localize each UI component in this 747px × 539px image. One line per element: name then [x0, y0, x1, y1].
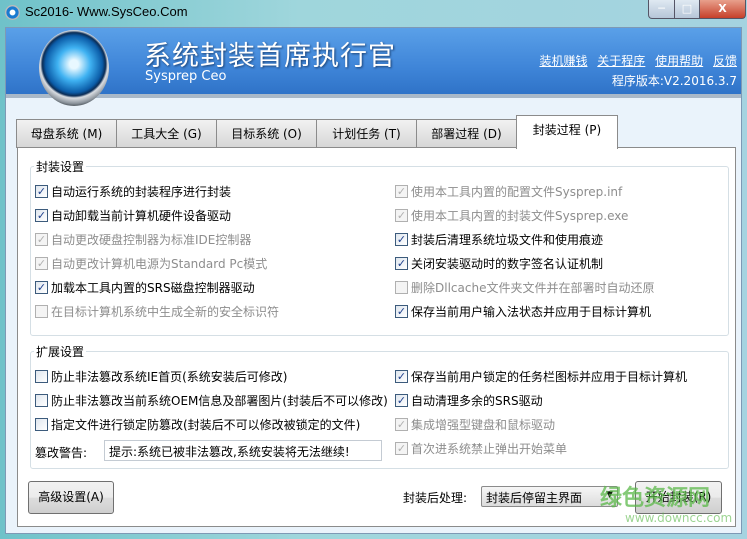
checkbox-label: 防止非法篡改当前系统OEM信息及部署图片(封装后不可以修改): [51, 394, 388, 408]
post-process-label: 封装后处理:: [403, 491, 468, 505]
option-checkbox[interactable]: 防止非法篡改当前系统OEM信息及部署图片(封装后不可以修改): [35, 392, 388, 409]
checkbox-label: 保存当前用户输入法状态并应用于目标计算机: [411, 305, 652, 319]
logo-icon: [39, 30, 109, 106]
checkbox-label: 加载本工具内置的SRS磁盘控制器驱动: [51, 281, 255, 295]
checkbox-icon[interactable]: ✓: [35, 185, 48, 198]
checkbox-icon: ✓: [395, 185, 408, 198]
checkbox-label: 关闭安装驱动时的数字签名认证机制: [411, 257, 604, 271]
app-subtitle: Sysprep Ceo: [145, 69, 227, 84]
checkbox-label: 封装后清理系统垃圾文件和使用痕迹: [411, 233, 604, 247]
checkbox-label: 使用本工具内置的封装文件Sysprep.exe: [411, 209, 629, 223]
minimize-button[interactable]: ─: [648, 0, 675, 19]
checkbox-label: 在目标计算机系统中生成全新的安全标识符: [51, 305, 280, 319]
tab-master-system[interactable]: 母盘系统 (M): [16, 119, 117, 148]
main-window: 系统封装首席执行官 Sysprep Ceo 装机赚钱 关于程序 使用帮助 反馈 …: [5, 27, 742, 534]
warning-input[interactable]: 提示:系统已被非法篡改,系统安装将无法继续!: [104, 440, 382, 461]
version-label: 程序版本:V2.2016.3.7: [611, 74, 737, 88]
option-checkbox[interactable]: ✓ 自动运行系统的封装程序进行封装: [35, 183, 231, 200]
checkbox-icon[interactable]: [35, 394, 48, 407]
ext-settings-group: 扩展设置 篡改警告: 提示:系统已被非法篡改,系统安装将无法继续! 防止非法篡改…: [30, 343, 729, 469]
option-checkbox: ✓ 集成增强型键盘和鼠标驱动: [395, 416, 555, 433]
checkbox-icon[interactable]: [35, 370, 48, 383]
tab-seal[interactable]: 封装过程 (P): [516, 115, 618, 149]
option-checkbox[interactable]: ✓ 加载本工具内置的SRS磁盘控制器驱动: [35, 279, 255, 296]
watermark-url: www.downcc.com: [625, 511, 733, 525]
checkbox-icon[interactable]: ✓: [395, 233, 408, 246]
checkbox-icon: ✓: [35, 257, 48, 270]
option-checkbox: ✓ 首次进系统禁止弹出开始菜单: [395, 440, 567, 457]
option-checkbox: 删除Dllcache文件夹文件并在部署时自动还原: [395, 279, 654, 296]
checkbox-label: 删除Dllcache文件夹文件并在部署时自动还原: [411, 281, 655, 295]
checkbox-icon[interactable]: ✓: [35, 281, 48, 294]
checkbox-label: 自动清理多余的SRS驱动: [411, 394, 543, 408]
checkbox-icon: ✓: [35, 233, 48, 246]
watermark-logo: 绿色资源网: [600, 486, 711, 511]
checkbox-label: 自动更改硬盘控制器为标准IDE控制器: [51, 233, 252, 247]
option-checkbox[interactable]: ✓ 自动卸载当前计算机硬件设备驱动: [35, 207, 231, 224]
option-checkbox: ✓ 使用本工具内置的封装文件Sysprep.exe: [395, 207, 628, 224]
checkbox-label: 自动卸载当前计算机硬件设备驱动: [51, 209, 232, 223]
checkbox-icon: ✓: [395, 209, 408, 222]
checkbox-label: 首次进系统禁止弹出开始菜单: [411, 442, 568, 456]
checkbox-icon: [35, 305, 48, 318]
option-checkbox[interactable]: ✓ 自动清理多余的SRS驱动: [395, 392, 543, 409]
option-checkbox[interactable]: 指定文件进行锁定防篡改(封装后不可以修改被锁定的文件): [35, 416, 360, 433]
checkbox-icon[interactable]: ✓: [395, 394, 408, 407]
header-banner: 系统封装首席执行官 Sysprep Ceo 装机赚钱 关于程序 使用帮助 反馈 …: [6, 28, 741, 98]
checkbox-icon[interactable]: ✓: [395, 305, 408, 318]
link-about[interactable]: 关于程序: [597, 54, 645, 68]
title-bar: Sc2016- Www.SysCeo.Com ─ □ X: [0, 0, 747, 26]
checkbox-label: 集成增强型键盘和鼠标驱动: [411, 418, 556, 432]
checkbox-icon[interactable]: [35, 418, 48, 431]
tab-target-system[interactable]: 目标系统 (O): [216, 119, 317, 148]
warning-label: 篡改警告:: [35, 446, 88, 460]
tab-scheduled-tasks[interactable]: 计划任务 (T): [316, 119, 417, 148]
checkbox-icon[interactable]: ✓: [35, 209, 48, 222]
link-earn[interactable]: 装机赚钱: [539, 54, 587, 68]
checkbox-icon: ✓: [395, 442, 408, 455]
option-checkbox[interactable]: ✓ 保存当前用户锁定的任务栏图标并应用于目标计算机: [395, 368, 687, 385]
window-title: Sc2016- Www.SysCeo.Com: [25, 4, 188, 19]
checkbox-icon[interactable]: ✓: [395, 370, 408, 383]
option-checkbox: ✓ 自动更改计算机电源为Standard Pc模式: [35, 255, 267, 272]
checkbox-label: 指定文件进行锁定防篡改(封装后不可以修改被锁定的文件): [51, 418, 361, 432]
option-checkbox[interactable]: 防止非法篡改系统IE首页(系统安装后可修改): [35, 368, 288, 385]
post-process-select[interactable]: 封装后停留主界面 ▼: [481, 486, 618, 507]
option-checkbox[interactable]: ✓ 关闭安装驱动时的数字签名认证机制: [395, 255, 603, 272]
checkbox-label: 保存当前用户锁定的任务栏图标并应用于目标计算机: [411, 370, 688, 384]
maximize-button[interactable]: □: [674, 0, 700, 19]
header-links: 装机赚钱 关于程序 使用帮助 反馈: [533, 52, 737, 69]
tab-panel: 封装设置 ✓ 自动运行系统的封装程序进行封装 ✓ 自动卸载当前计算机硬件设备驱动 ✓ 自动…: [17, 147, 736, 527]
option-checkbox: ✓ 自动更改硬盘控制器为标准IDE控制器: [35, 231, 251, 248]
group-label: 扩展设置: [34, 343, 87, 360]
tab-deploy[interactable]: 部署过程 (D): [416, 119, 517, 148]
checkbox-label: 防止非法篡改系统IE首页(系统安装后可修改): [51, 370, 288, 384]
option-checkbox: ✓ 使用本工具内置的配置文件Sysprep.inf: [395, 183, 622, 200]
link-feedback[interactable]: 反馈: [713, 54, 737, 68]
checkbox-icon[interactable]: ✓: [395, 257, 408, 270]
tab-tools[interactable]: 工具大全 (G): [116, 119, 217, 148]
option-checkbox[interactable]: ✓ 保存当前用户输入法状态并应用于目标计算机: [395, 303, 651, 320]
checkbox-label: 自动运行系统的封装程序进行封装: [51, 185, 232, 199]
option-checkbox[interactable]: ✓ 封装后清理系统垃圾文件和使用痕迹: [395, 231, 603, 248]
option-checkbox: 在目标计算机系统中生成全新的安全标识符: [35, 303, 279, 320]
checkbox-label: 自动更改计算机电源为Standard Pc模式: [51, 257, 268, 271]
app-icon: [5, 5, 20, 20]
checkbox-label: 使用本工具内置的配置文件Sysprep.inf: [411, 185, 623, 199]
advanced-settings-button[interactable]: 高级设置(A): [28, 481, 114, 514]
seal-settings-group: 封装设置 ✓ 自动运行系统的封装程序进行封装 ✓ 自动卸载当前计算机硬件设备驱动 ✓ 自动…: [30, 158, 729, 336]
app-title: 系统封装首席执行官: [144, 41, 396, 72]
post-process-value: 封装后停留主界面: [486, 491, 583, 505]
checkbox-icon: ✓: [395, 418, 408, 431]
close-button[interactable]: X: [699, 0, 746, 19]
link-help[interactable]: 使用帮助: [655, 54, 703, 68]
checkbox-icon: [395, 281, 408, 294]
group-label: 封装设置: [34, 158, 87, 175]
